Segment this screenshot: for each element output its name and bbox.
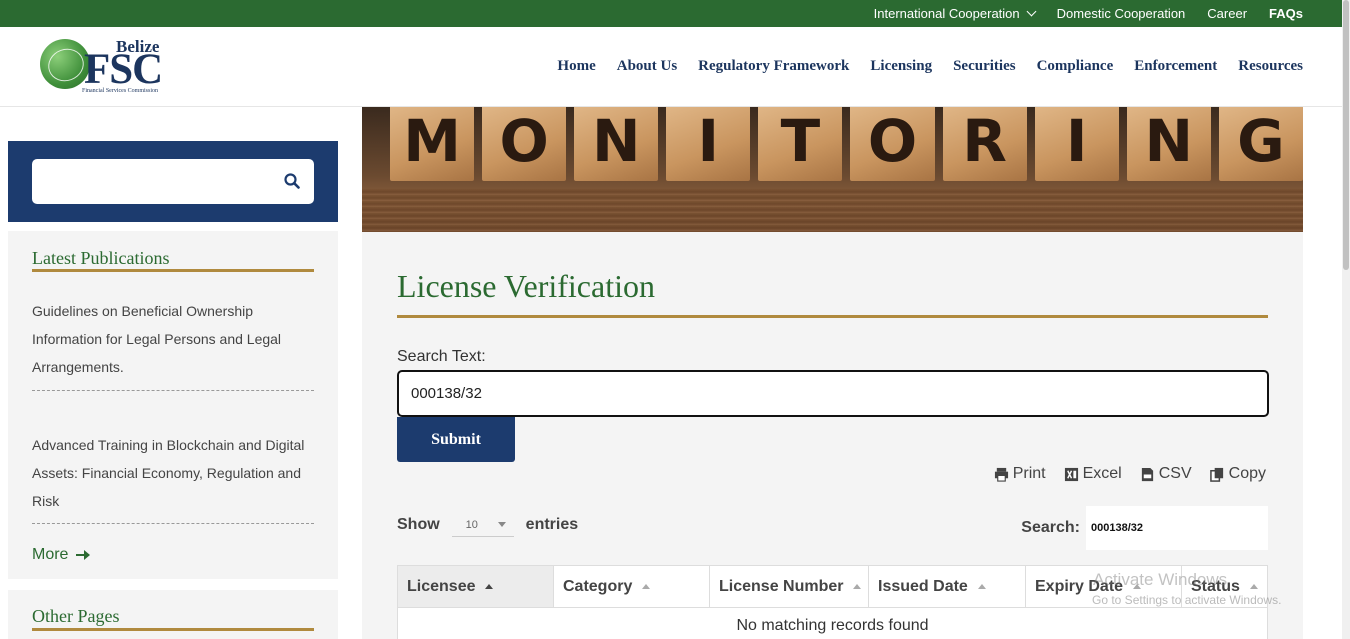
nav-home[interactable]: Home [557, 58, 595, 75]
entries-select-value: 10 [465, 518, 478, 531]
nav-about-us[interactable]: About Us [617, 58, 677, 75]
excel-button[interactable]: Excel [1064, 465, 1122, 483]
banner-letter-block: M [390, 107, 475, 181]
nav-compliance[interactable]: Compliance [1037, 58, 1114, 75]
international-cooperation-label: International Cooperation [873, 6, 1020, 21]
empty-table-message: No matching records found [398, 607, 1267, 639]
nav-enforcement[interactable]: Enforcement [1134, 58, 1217, 75]
sidebar-search-input[interactable] [32, 159, 314, 204]
submit-button[interactable]: Submit [397, 417, 515, 462]
scrollbar-thumb[interactable] [1343, 0, 1349, 270]
nav-resources[interactable]: Resources [1238, 58, 1303, 75]
title-divider [397, 315, 1268, 318]
nav-licensing[interactable]: Licensing [870, 58, 932, 75]
export-buttons: Print Excel CSV Copy [994, 465, 1266, 483]
sort-icon [853, 584, 862, 589]
other-pages-panel: Other Pages [8, 590, 338, 639]
entries-select[interactable]: 10 [451, 513, 514, 537]
table-search-input[interactable]: 000138/32 [1086, 506, 1268, 550]
column-header-category[interactable]: Category [554, 566, 710, 607]
banner-letter-block: I [1034, 107, 1119, 181]
search-text-input[interactable]: 000138/32 [397, 370, 1269, 417]
nav-securities[interactable]: Securities [953, 58, 1015, 75]
column-header-label: Issued Date [878, 577, 968, 595]
banner-letter-block: O [482, 107, 567, 181]
belize-fsc-logo[interactable]: Belize FSC Financial Services Commission [40, 37, 175, 99]
sort-icon [977, 584, 986, 589]
copy-button[interactable]: Copy [1209, 465, 1266, 483]
banner-letter-block: G [1218, 107, 1303, 181]
table-search: Search: 000138/32 [1021, 506, 1268, 550]
monitoring-banner-image: M O N I T O R I N G [362, 107, 1303, 232]
globe-icon [40, 39, 90, 89]
international-cooperation-link[interactable]: International Cooperation [873, 6, 1037, 21]
sort-ascending-icon [485, 584, 494, 589]
excel-label: Excel [1082, 465, 1122, 482]
print-label: Print [1012, 465, 1046, 482]
faqs-link[interactable]: FAQs [1269, 6, 1303, 21]
sort-icon [642, 584, 651, 589]
copy-label: Copy [1228, 465, 1266, 482]
search-icon[interactable] [284, 173, 300, 189]
section-divider [32, 269, 314, 272]
main-nav: Home About Us Regulatory Framework Licen… [557, 58, 1303, 75]
banner-letter-block: R [942, 107, 1027, 181]
show-label: Show [397, 516, 440, 533]
page-title: License Verification [397, 268, 655, 304]
site-header: Belize FSC Financial Services Commission… [0, 27, 1342, 107]
banner-letter-block: N [1126, 107, 1211, 181]
banner-letter-block: N [574, 107, 659, 181]
column-header-issued-date[interactable]: Issued Date [869, 566, 1026, 607]
arrow-right-icon [76, 550, 91, 560]
career-link[interactable]: Career [1207, 6, 1247, 21]
sort-icon [1249, 584, 1258, 589]
publication-link[interactable]: Advanced Training in Blockchain and Digi… [32, 431, 314, 515]
search-text-label: Search Text: [397, 348, 486, 365]
column-header-license-number[interactable]: License Number [710, 566, 869, 607]
dashed-divider [32, 523, 314, 524]
logo-fsc-text: FSC [84, 46, 163, 93]
page-scrollbar[interactable] [1342, 0, 1350, 639]
entries-label: entries [525, 516, 579, 533]
activate-windows-watermark: Activate Windows [1093, 570, 1228, 589]
domestic-cooperation-link[interactable]: Domestic Cooperation [1057, 6, 1186, 21]
show-entries-control: Show 10 entries [397, 513, 578, 537]
table-search-label: Search: [1021, 519, 1080, 536]
latest-publications-title: Latest Publications [32, 248, 170, 268]
more-link[interactable]: More [32, 546, 91, 564]
banner-letter-block: O [850, 107, 935, 181]
caret-down-icon [497, 522, 506, 527]
csv-label: CSV [1158, 465, 1192, 482]
sidebar-search-panel [8, 141, 338, 222]
more-label: More [32, 546, 69, 563]
chevron-down-icon [1026, 6, 1037, 17]
latest-publications-panel: Latest Publications Guidelines on Benefi… [8, 231, 338, 579]
activate-windows-hint: Go to Settings to activate Windows. [1092, 593, 1282, 607]
excel-file-icon [1064, 467, 1078, 481]
banner-wood-surface [362, 189, 1303, 232]
top-utility-bar: International Cooperation Domestic Coope… [0, 0, 1342, 27]
csv-button[interactable]: CSV [1140, 465, 1192, 483]
column-header-label: Category [563, 577, 633, 595]
printer-icon [994, 467, 1008, 482]
banner-letter-block: I [666, 107, 751, 181]
banner-letter-block: T [758, 107, 843, 181]
print-button[interactable]: Print [994, 465, 1046, 483]
publication-link[interactable]: Guidelines on Beneficial Ownership Infor… [32, 297, 314, 381]
section-divider [32, 628, 314, 631]
copy-icon [1209, 467, 1223, 482]
column-header-label: License Number [719, 577, 844, 595]
nav-regulatory-framework[interactable]: Regulatory Framework [698, 58, 849, 75]
column-header-label: Licensee [407, 577, 476, 595]
csv-file-icon [1141, 467, 1153, 481]
column-header-licensee[interactable]: Licensee [398, 566, 554, 607]
dashed-divider [32, 390, 314, 391]
other-pages-title: Other Pages [32, 606, 120, 626]
logo-tagline: Financial Services Commission [82, 88, 158, 94]
